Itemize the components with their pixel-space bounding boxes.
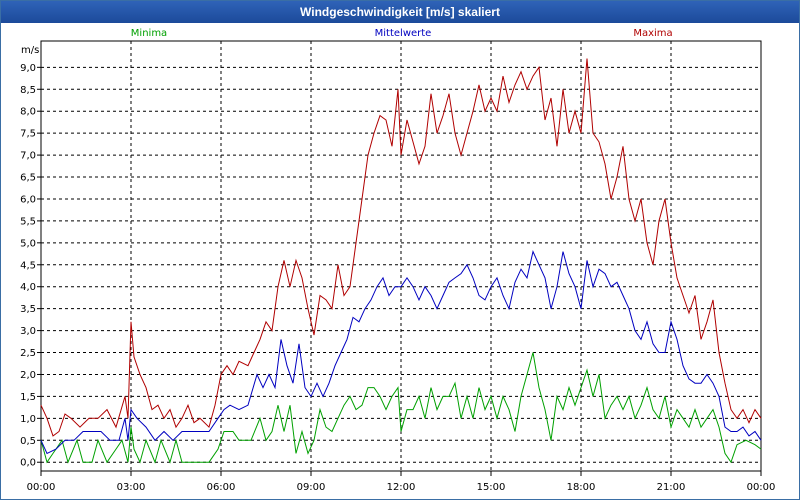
y-tick-label: 7,0 bbox=[20, 151, 36, 162]
y-tick-label: 5,5 bbox=[20, 216, 36, 227]
y-tick-label: 6,0 bbox=[20, 194, 36, 205]
y-tick-label: 3,0 bbox=[20, 326, 36, 337]
y-tick-label: 3,5 bbox=[20, 304, 36, 315]
y-tick-label: 7,5 bbox=[20, 129, 36, 140]
y-tick-label: 0,5 bbox=[20, 436, 36, 447]
legend-label-mittelwerte: Mittelwerte bbox=[375, 28, 432, 39]
x-tick-time-label: 03:00 bbox=[117, 482, 146, 493]
x-tick-time-label: 00:00 bbox=[747, 482, 776, 493]
y-tick-label: 1,5 bbox=[20, 392, 36, 403]
y-tick-label: 5,0 bbox=[20, 238, 36, 249]
y-tick-label: 4,0 bbox=[20, 282, 36, 293]
y-tick-label: 9,0 bbox=[20, 63, 36, 74]
window-title: Windgeschwindigkeit [m/s] skaliert bbox=[1, 1, 799, 23]
legend-label-maxima: Maxima bbox=[633, 28, 672, 39]
y-tick-label: 4,5 bbox=[20, 260, 36, 271]
y-axis-label: m/s bbox=[21, 45, 39, 56]
y-tick-label: 1,0 bbox=[20, 414, 36, 425]
legend-label-minima: Minima bbox=[131, 28, 167, 39]
x-tick-time-label: 21:00 bbox=[657, 482, 686, 493]
legend: Minima Mittelwerte Maxima bbox=[131, 28, 673, 39]
x-tick-time-label: 12:00 bbox=[387, 482, 416, 493]
x-tick-time-label: 06:00 bbox=[207, 482, 236, 493]
y-tick-label: 0,0 bbox=[20, 458, 36, 469]
x-tick-time-label: 15:00 bbox=[477, 482, 506, 493]
chart-window: Windgeschwindigkeit [m/s] skaliert 0,0 0,… bbox=[0, 0, 800, 500]
y-tick-label: 8,0 bbox=[20, 107, 36, 118]
x-tick-time-label: 09:00 bbox=[297, 482, 326, 493]
wind-speed-chart: 0,0 0,5 1,0 1,5 2,0 2,5 3,0 3,5 4,0 4,5 5,0 5,5 6,0 6… bbox=[20, 28, 776, 493]
y-tick-label: 8,5 bbox=[20, 85, 36, 96]
y-tick-label: 2,5 bbox=[20, 348, 36, 359]
y-tick-label: 2,0 bbox=[20, 370, 36, 381]
y-tick-label: 6,5 bbox=[20, 173, 36, 184]
x-tick-time-label: 18:00 bbox=[567, 482, 596, 493]
x-tick-time-label: 00:00 bbox=[27, 482, 56, 493]
plot-area bbox=[40, 40, 762, 472]
